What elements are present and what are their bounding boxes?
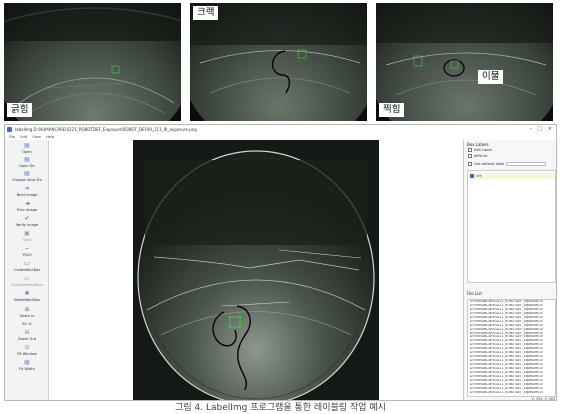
- use-default-label-checkbox[interactable]: Use default label: [468, 162, 547, 166]
- file-list[interactable]: D:\HUMANCARE\0221_ROBOTDEF_Exposure\10 D…: [467, 299, 556, 397]
- fit-window-icon: ⊙: [24, 344, 30, 351]
- file-item[interactable]: D:\HUMANCARE\0221_ROBOTDEF_Exposure\10: [468, 391, 555, 395]
- tool-label: Verify Image: [15, 223, 39, 227]
- menu-edit[interactable]: Edit: [20, 135, 27, 139]
- duplicate-rect-box-button[interactable]: ▭ DuplicateRectBox: [5, 275, 49, 288]
- tool-label: Open: [22, 150, 32, 154]
- default-label-input[interactable]: [506, 162, 547, 166]
- thumbnail-crack: 크랙: [190, 3, 367, 121]
- folder-save-icon: ▤: [24, 170, 30, 177]
- tool-label: DeleteRectBox: [13, 298, 41, 302]
- tool-label: Change Save Dir: [11, 178, 43, 182]
- prev-image-button[interactable]: ◄ Prev Image: [5, 200, 49, 213]
- fit-window-button[interactable]: ⊙ Fit Window: [5, 344, 49, 357]
- edit-label-button[interactable]: Edit Label: [468, 148, 492, 152]
- tool-label: Next Image: [16, 193, 38, 197]
- tool-label: DuplicateRectBox: [11, 283, 43, 287]
- change-save-dir-button[interactable]: ▤ Change Save Dir: [5, 170, 49, 183]
- crack-image: [190, 3, 367, 121]
- tool-label: CreateRectBox: [13, 268, 41, 272]
- tool-label: Open Dir: [19, 164, 35, 168]
- folder-open-icon: ▤: [24, 142, 30, 149]
- close-button[interactable]: ×: [548, 125, 552, 134]
- zoom-level[interactable]: 81 %: [5, 322, 49, 326]
- zoom-out-button[interactable]: ⊖ Zoom Out: [5, 329, 49, 342]
- checkbox: [468, 148, 472, 152]
- zoom-in-button[interactable]: ⊕ Zoom In: [5, 306, 49, 319]
- folder-icon: ▤: [24, 156, 30, 163]
- checkbox: [468, 154, 472, 158]
- pipe-image[interactable]: [49, 140, 463, 401]
- arrow-left-icon: ◄: [24, 200, 30, 207]
- label-list[interactable]: crk: [467, 170, 556, 283]
- delete-icon: ✖: [24, 290, 30, 297]
- maximize-button[interactable]: □: [537, 125, 542, 134]
- toolbar: ▤ Open ▤ Open Dir ▤ Change Save Dir ➜ Next I…: [5, 140, 49, 400]
- tool-label: Save: [22, 238, 32, 242]
- check-icon: ✔: [24, 215, 30, 222]
- file-list-title: File List: [467, 291, 482, 296]
- yolo-format-button[interactable]: ⎯ YOLO: [5, 245, 49, 258]
- menu-view[interactable]: View: [32, 135, 41, 139]
- thumbnail-label: 크랙: [193, 6, 219, 21]
- window-title: labelImg D:\HUMANCARE\0221_ROBOTDEF_Expo…: [15, 127, 197, 132]
- fit-width-button[interactable]: ▤ Fit Width: [5, 359, 49, 372]
- labelimg-window: labelImg D:\HUMANCARE\0221_ROBOTDEF_Expo…: [4, 124, 557, 401]
- tool-label: Fit Window: [17, 352, 37, 356]
- thumbnail-foreign-dent: 이물 찍힘: [376, 3, 553, 121]
- box-labels-title: Box Labels: [467, 142, 489, 147]
- right-panel: Box Labels Edit Label difficult Use defa…: [463, 140, 556, 401]
- tool-label: Zoom In: [19, 314, 35, 318]
- delete-rect-box-button[interactable]: ✖ DeleteRectBox: [5, 290, 49, 303]
- checkbox: [470, 174, 474, 178]
- figure: 긁힘 크랙 이물 찍힘 labelImg D:\HUMANCARE\0221_R…: [0, 0, 561, 414]
- use-default-label-text: Use default label: [474, 162, 505, 166]
- tool-label: Zoom Out: [17, 337, 37, 341]
- checkbox: [468, 162, 472, 166]
- minimize-button[interactable]: –: [530, 125, 533, 134]
- app-icon: [7, 127, 12, 132]
- save-button[interactable]: ▣ Save: [5, 230, 49, 243]
- zoom-value: 81 %: [22, 322, 32, 326]
- open-dir-button[interactable]: ▤ Open Dir: [5, 156, 49, 169]
- status-bar: X: 354; Y: 463: [531, 397, 555, 401]
- zoom-in-icon: ⊕: [24, 306, 30, 313]
- verify-image-button[interactable]: ✔ Verify Image: [5, 215, 49, 228]
- next-image-button[interactable]: ➜ Next Image: [5, 185, 49, 198]
- tool-label: YOLO: [22, 253, 32, 257]
- title-bar: labelImg D:\HUMANCARE\0221_ROBOTDEF_Expo…: [5, 125, 556, 134]
- label-text: crk: [476, 174, 482, 178]
- tool-label: Fit Width: [19, 367, 35, 371]
- duplicate-icon: ▭: [24, 275, 30, 282]
- thumbnail-label: 긁힘: [7, 103, 33, 118]
- tool-label: Prev Image: [16, 208, 38, 212]
- difficult-label: difficult: [474, 154, 488, 158]
- arrow-right-icon: ➜: [24, 185, 30, 192]
- save-icon: ▣: [24, 230, 30, 237]
- rect-icon: ▭: [24, 260, 30, 267]
- image-canvas[interactable]: [49, 140, 463, 401]
- open-button[interactable]: ▤ Open: [5, 142, 49, 155]
- zoom-out-icon: ⊖: [24, 329, 30, 336]
- thumbnail-label: 이물: [478, 70, 504, 85]
- fit-width-icon: ▤: [24, 359, 30, 366]
- thumbnail-scratch: 긁힘: [4, 3, 181, 121]
- difficult-checkbox[interactable]: difficult: [468, 154, 487, 158]
- label-item[interactable]: crk: [468, 173, 555, 179]
- menu-help[interactable]: Help: [46, 135, 54, 139]
- create-rect-box-button[interactable]: ▭ CreateRectBox: [5, 260, 49, 273]
- thumbnail-label: 찍힘: [379, 103, 405, 118]
- menu-file[interactable]: File: [9, 135, 15, 139]
- figure-caption: 그림 4. LabelImg 프로그램을 통한 레이블링 작업 예시: [175, 403, 386, 413]
- edit-label-text: Edit Label: [474, 148, 492, 152]
- format-icon: ⎯: [25, 245, 29, 252]
